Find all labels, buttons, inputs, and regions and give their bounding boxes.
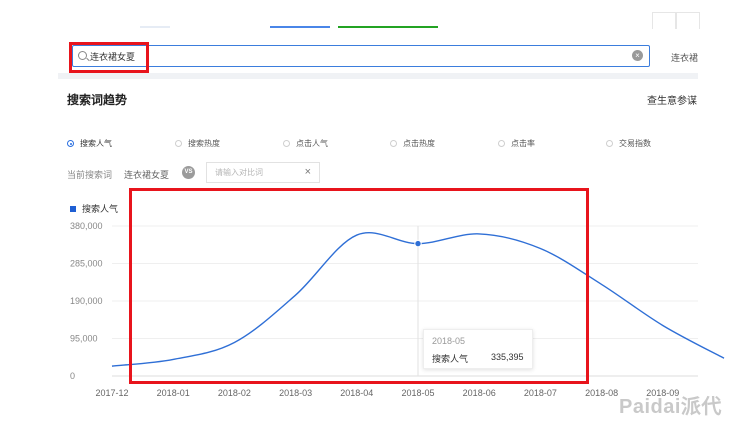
- highlight-box-chart: [129, 188, 589, 384]
- watermark-logo: Paidai派代: [619, 396, 722, 418]
- x-tick-label: 2018-04: [340, 388, 373, 398]
- x-tick-label: 2018-03: [279, 388, 312, 398]
- x-tick-label: 2018-01: [157, 388, 190, 398]
- x-tick-label: 2018-07: [524, 388, 557, 398]
- y-tick-label: 190,000: [70, 296, 103, 306]
- x-tick-label: 2017-12: [95, 388, 128, 398]
- y-tick-label: 95,000: [70, 334, 98, 344]
- y-tick-label: 0: [70, 371, 75, 381]
- x-tick-label: 2018-08: [585, 388, 618, 398]
- y-tick-label: 285,000: [70, 259, 103, 269]
- y-tick-label: 380,000: [70, 221, 103, 231]
- x-tick-label: 2018-05: [401, 388, 434, 398]
- x-tick-label: 2018-06: [463, 388, 496, 398]
- x-tick-label: 2018-02: [218, 388, 251, 398]
- highlight-box-search: [69, 42, 149, 73]
